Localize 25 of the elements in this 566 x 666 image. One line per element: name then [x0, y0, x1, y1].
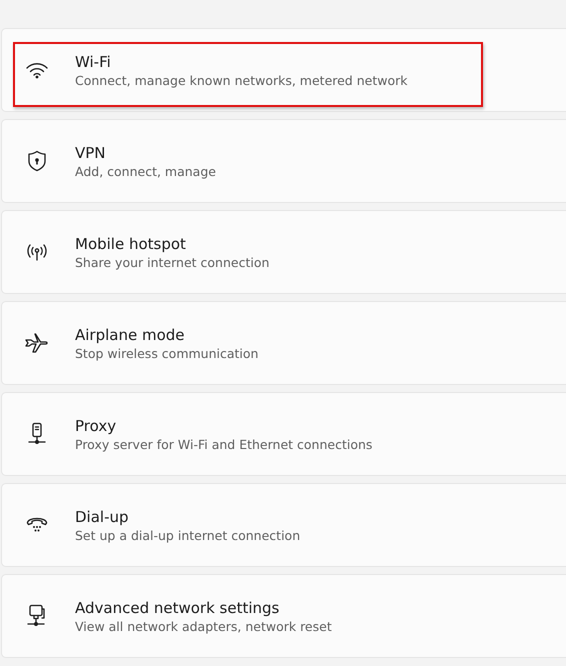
settings-card[interactable]: Advanced network settings View all network adapters, network reset — [1, 574, 566, 658]
setting-title: Dial-up — [75, 508, 130, 526]
shield-icon — [27, 150, 47, 172]
setting-description: View all network adapters, network reset — [75, 618, 332, 634]
settings-card[interactable]: Mobile hotspot Share your internet connection — [1, 210, 566, 294]
setting-title: VPN — [75, 144, 107, 162]
settings-card[interactable]: Dial-up Set up a dial-up internet connection — [1, 483, 566, 567]
setting-title: Wi-Fi — [75, 52, 112, 70]
settings-card[interactable]: Proxy Proxy server for Wi-Fi and Ethernet connections — [1, 392, 566, 476]
setting-title: Mobile hotspot — [75, 234, 187, 252]
setting-description: Stop wireless communication — [75, 346, 258, 360]
airplane-icon — [24, 332, 50, 354]
settings-card[interactable]: VPN Add, connect, manage — [1, 119, 566, 203]
antenna-icon — [25, 242, 49, 262]
settings-card[interactable]: Airplane mode Stop wireless communication — [1, 301, 566, 385]
setting-title: Advanced network settings — [75, 598, 280, 616]
setting-title: Airplane mode — [75, 326, 186, 344]
setting-description: Share your internet connection — [75, 254, 270, 270]
setting-title: Proxy — [75, 416, 118, 434]
setting-description: Add, connect, manage — [75, 164, 216, 178]
setting-description: Set up a dial-up internet connection — [75, 528, 300, 542]
setting-description: Proxy server for Wi-Fi and Ethernet connections — [75, 436, 372, 452]
settings-card[interactable]: Wi-Fi Connect, manage known networks, metered network — [1, 28, 566, 112]
wifi-icon — [25, 61, 49, 79]
setting-description: Connect, manage known networks, metered network — [75, 72, 408, 88]
